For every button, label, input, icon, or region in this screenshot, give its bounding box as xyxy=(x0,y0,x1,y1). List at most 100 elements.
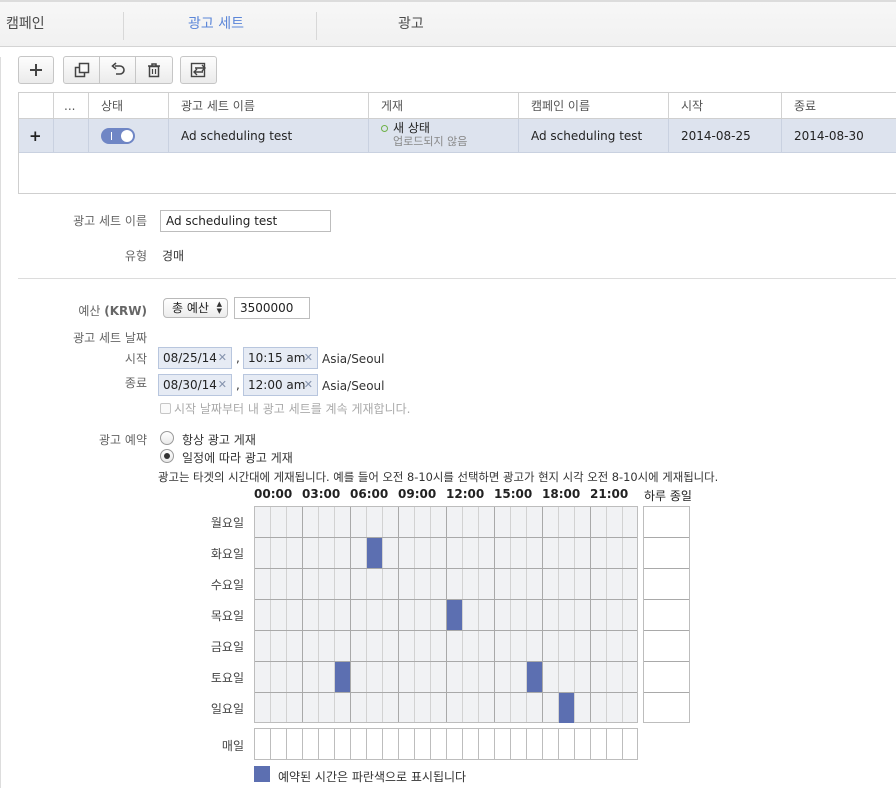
end-label: 종료 xyxy=(124,376,147,390)
clear-icon[interactable]: ✕ xyxy=(304,375,313,395)
scheduled-slot[interactable] xyxy=(335,662,350,692)
section-divider xyxy=(18,278,896,279)
level-tabs: 캠페인 광고 세트 광고 xyxy=(0,0,896,47)
grid-row-line xyxy=(255,692,637,693)
grid-column-line xyxy=(398,507,399,722)
grid-column-line xyxy=(286,507,287,722)
grid-row-line xyxy=(644,568,689,569)
hour-label: 06:00 xyxy=(350,487,389,501)
grid-column-line xyxy=(270,507,271,722)
header-delivery[interactable]: 게재 xyxy=(369,93,519,118)
status-dot-icon xyxy=(381,125,388,132)
daily-column-line xyxy=(430,729,431,759)
day-label: 수요일 xyxy=(210,578,244,592)
expand-row-button[interactable]: + xyxy=(19,119,54,152)
scheduled-slot[interactable] xyxy=(447,600,462,630)
daily-column-line xyxy=(590,729,591,759)
scheduled-slot[interactable] xyxy=(367,538,382,568)
header-adset-name[interactable]: 광고 세트 이름 xyxy=(169,93,369,118)
schedule-note: 광고는 타겟의 시간대에 게재됩니다. 예를 들어 오전 8-10시를 선택하면… xyxy=(158,470,719,484)
header-expand xyxy=(19,93,54,118)
daily-row[interactable] xyxy=(254,728,638,760)
grid-column-line xyxy=(462,507,463,722)
grid-row-line xyxy=(255,630,637,631)
start-date-field[interactable]: 08/25/14 ✕ xyxy=(158,347,232,369)
grid-column-line xyxy=(590,507,591,722)
daily-column-line xyxy=(558,729,559,759)
status-cell xyxy=(89,119,169,152)
adset-name-label: 광고 세트 이름 xyxy=(73,214,147,228)
budget-type-select[interactable]: 총 예산 ▲ ▼ xyxy=(163,298,228,318)
header-start[interactable]: 시작 xyxy=(669,93,782,118)
plus-icon xyxy=(29,63,43,77)
daily-column-line xyxy=(286,729,287,759)
grid-column-line xyxy=(430,507,431,722)
grid-column-line xyxy=(302,507,303,722)
header-status[interactable]: 상태 xyxy=(89,93,169,118)
scheduled-run-radio[interactable] xyxy=(160,449,174,463)
clear-icon[interactable]: ✕ xyxy=(218,348,227,368)
grid-row-line xyxy=(255,568,637,569)
tab-ad[interactable]: 광고 xyxy=(398,2,424,47)
start-timezone: Asia/Seoul xyxy=(322,352,385,366)
hour-label: 21:00 xyxy=(590,487,629,501)
always-run-label: 항상 광고 게재 xyxy=(182,433,256,447)
start-label: 시작 xyxy=(124,352,147,366)
trash-icon xyxy=(146,62,162,78)
add-button[interactable] xyxy=(18,56,54,84)
table-row[interactable]: + Ad scheduling test 새 상태 업로드되지 않음 Ad sc… xyxy=(19,119,896,153)
header-campaign-name[interactable]: 캠페인 이름 xyxy=(519,93,669,118)
table-header: ... 상태 광고 세트 이름 게재 캠페인 이름 시작 종료 xyxy=(19,93,896,119)
continuous-checkbox[interactable] xyxy=(160,403,171,414)
daily-column-line xyxy=(382,729,383,759)
daily-column-line xyxy=(414,729,415,759)
scheduled-run-label: 일정에 따라 광고 게재 xyxy=(182,451,293,465)
tab-adset[interactable]: 광고 세트 xyxy=(188,2,244,47)
daily-column-line xyxy=(510,729,511,759)
hour-label: 00:00 xyxy=(254,487,293,501)
adset-name-input[interactable]: Ad scheduling test xyxy=(160,210,331,232)
grid-column-line xyxy=(382,507,383,722)
status-toggle[interactable] xyxy=(101,127,135,144)
delivery-substatus: 업로드되지 않음 xyxy=(393,135,468,148)
daily-column-line xyxy=(446,729,447,759)
budget-amount-input[interactable]: 3500000 xyxy=(234,297,310,319)
export-button[interactable] xyxy=(180,56,217,84)
all-day-header: 하루 종일 xyxy=(644,489,692,503)
hour-label: 03:00 xyxy=(302,487,341,501)
undo-button[interactable] xyxy=(100,57,136,83)
grid-row-line xyxy=(644,599,689,600)
end-date-field[interactable]: 08/30/14 ✕ xyxy=(158,374,232,396)
delete-button[interactable] xyxy=(136,57,172,83)
header-more[interactable]: ... xyxy=(54,93,89,118)
duplicate-icon xyxy=(74,62,90,78)
delivery-cell: 새 상태 업로드되지 않음 xyxy=(369,119,519,152)
duplicate-button[interactable] xyxy=(64,57,100,83)
date-time-separator: , xyxy=(236,378,240,392)
end-date-cell: 2014-08-30 xyxy=(782,119,896,152)
ads-manager-editor: 캠페인 광고 세트 광고 ... 상태 광고 세트 이름 게재 캠페인 이름 시… xyxy=(0,0,896,788)
clear-icon[interactable]: ✕ xyxy=(304,348,313,368)
scheduled-slot[interactable] xyxy=(527,662,542,692)
end-time-field[interactable]: 12:00 am ✕ xyxy=(243,374,318,396)
adset-name-cell: Ad scheduling test xyxy=(169,119,369,152)
grid-column-line xyxy=(606,507,607,722)
tab-campaign[interactable]: 캠페인 xyxy=(6,2,45,47)
scheduled-slot[interactable] xyxy=(559,693,574,723)
grid-column-line xyxy=(622,507,623,722)
adset-dates-label: 광고 세트 날짜 xyxy=(73,331,147,345)
export-icon xyxy=(190,62,208,78)
always-run-radio[interactable] xyxy=(160,431,174,445)
day-label: 금요일 xyxy=(210,640,244,654)
clear-icon[interactable]: ✕ xyxy=(218,375,227,395)
daily-column-line xyxy=(494,729,495,759)
daily-column-line xyxy=(542,729,543,759)
adset-table: ... 상태 광고 세트 이름 게재 캠페인 이름 시작 종료 + Ad sch… xyxy=(18,92,896,194)
schedule-grid[interactable] xyxy=(254,506,638,723)
tab-divider xyxy=(123,12,124,40)
daily-column-line xyxy=(318,729,319,759)
start-time-field[interactable]: 10:15 am ✕ xyxy=(243,347,318,369)
daily-column-line xyxy=(334,729,335,759)
header-end[interactable]: 종료 xyxy=(782,93,896,118)
all-day-column[interactable] xyxy=(643,506,690,723)
